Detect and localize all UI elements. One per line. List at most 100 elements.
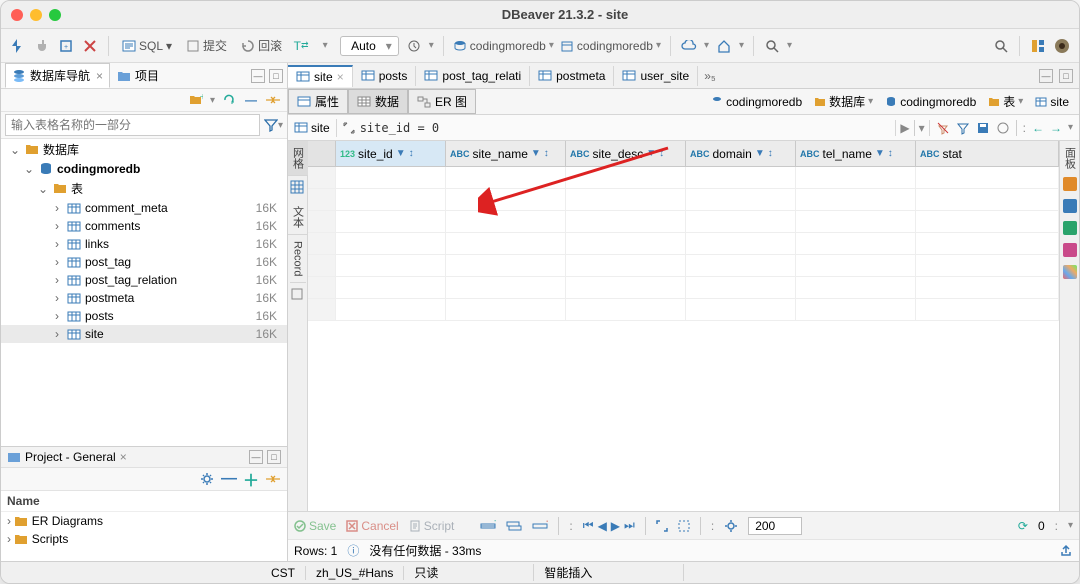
- disconnect-icon[interactable]: [81, 37, 99, 55]
- gear-icon[interactable]: [199, 471, 215, 487]
- data-grid[interactable]: 123site_id▼↕ ABCsite_name▼↕ ABCsite_desc…: [308, 141, 1059, 511]
- panel-grouping-icon[interactable]: [1063, 221, 1077, 235]
- clear-filter-icon[interactable]: [936, 121, 950, 135]
- tree-twisty[interactable]: ⌄: [9, 143, 21, 157]
- row-number-header[interactable]: [308, 141, 336, 166]
- filter-table-tab[interactable]: site: [288, 119, 337, 137]
- grid-body[interactable]: [308, 167, 1059, 511]
- project-item[interactable]: › ER Diagrams: [1, 512, 287, 530]
- settings-icon[interactable]: [996, 121, 1010, 135]
- editor-tab-site[interactable]: site×: [288, 65, 353, 87]
- col-tel_name[interactable]: ABCtel_name▼↕: [796, 141, 916, 166]
- maximize-icon[interactable]: □: [269, 69, 283, 83]
- editor-tab[interactable]: user_site: [614, 66, 698, 86]
- next-green-icon[interactable]: →: [1050, 121, 1062, 135]
- last-page-icon[interactable]: ⏭: [624, 518, 635, 533]
- search-icon[interactable]: [992, 37, 1010, 55]
- presentation-record[interactable]: Record: [290, 235, 306, 283]
- maximize-icon[interactable]: □: [267, 450, 281, 464]
- cloud-icon[interactable]: [680, 37, 698, 55]
- db-node[interactable]: codingmoredb: [57, 162, 283, 176]
- refresh-icon[interactable]: ⟳: [1018, 519, 1028, 533]
- new-folder-icon[interactable]: ＋: [188, 92, 204, 108]
- col-stat[interactable]: ABCstat: [916, 141, 1059, 166]
- subtab-data[interactable]: 数据: [348, 89, 408, 114]
- chevron-down-icon[interactable]: ▾: [316, 37, 334, 55]
- new-sql-icon[interactable]: +: [57, 37, 75, 55]
- save-button[interactable]: Save: [294, 519, 336, 533]
- minimize-icon[interactable]: —: [1039, 69, 1053, 83]
- close-icon[interactable]: ×: [120, 450, 127, 464]
- apply-filter-icon[interactable]: ▶: [900, 121, 909, 135]
- export-icon[interactable]: [1059, 544, 1073, 558]
- crumb-table[interactable]: site: [1031, 94, 1073, 110]
- project-item[interactable]: › Scripts: [1, 530, 287, 548]
- minimize-icon[interactable]: —: [251, 69, 265, 83]
- tree-twisty[interactable]: ⌄: [23, 162, 35, 176]
- crumb-tables[interactable]: 表▾: [984, 92, 1027, 111]
- link-editor-icon[interactable]: [265, 92, 281, 108]
- funnel-icon[interactable]: [264, 118, 278, 132]
- col-domain[interactable]: ABCdomain▼↕: [686, 141, 796, 166]
- add-row-icon[interactable]: +: [480, 520, 496, 532]
- presentation-text[interactable]: 文本: [288, 200, 308, 235]
- presentation-grid[interactable]: 网格: [288, 141, 308, 176]
- tx-mode-icon[interactable]: T⇄: [292, 37, 310, 55]
- traffic-max-icon[interactable]: [49, 9, 61, 21]
- first-page-icon[interactable]: ⏮: [583, 518, 594, 533]
- panel-metadata-icon[interactable]: [1063, 243, 1077, 257]
- editor-tab[interactable]: post_tag_relati: [416, 66, 530, 86]
- panel-value-icon[interactable]: [1063, 177, 1077, 191]
- search-icon-toolbar[interactable]: [763, 37, 781, 55]
- minimize-icon[interactable]: —: [249, 450, 263, 464]
- crumb-dbgroup[interactable]: 数据库▾: [810, 92, 877, 111]
- prev-green-icon[interactable]: ←: [1032, 121, 1044, 135]
- refresh-icon[interactable]: [221, 92, 237, 108]
- cancel-button[interactable]: Cancel: [346, 519, 398, 533]
- duplicate-row-icon[interactable]: [506, 520, 522, 532]
- add-icon[interactable]: ＋: [243, 471, 259, 487]
- next-page-icon[interactable]: ▶: [611, 519, 620, 533]
- delete-row-icon[interactable]: −: [532, 520, 548, 532]
- tab-db-navigator[interactable]: 数据库导航 ×: [5, 63, 110, 88]
- commit-button[interactable]: 提交: [182, 35, 231, 56]
- expand-icon[interactable]: [343, 122, 355, 134]
- connection-selector[interactable]: codingmoredb▾: [453, 39, 554, 53]
- col-site_id[interactable]: 123site_id▼↕: [336, 141, 446, 166]
- nav-filter-input[interactable]: [5, 114, 260, 136]
- script-button[interactable]: Script: [409, 519, 455, 533]
- editor-tab[interactable]: posts: [353, 66, 417, 86]
- collapse-icon[interactable]: —: [243, 92, 259, 108]
- col-site_name[interactable]: ABCsite_name▼↕: [446, 141, 566, 166]
- perspective-icon[interactable]: [1029, 37, 1047, 55]
- tab-projects[interactable]: 项目: [110, 63, 166, 88]
- filter-expression[interactable]: site_id = 0: [337, 121, 896, 135]
- plug-icon[interactable]: [33, 37, 51, 55]
- home-icon[interactable]: [715, 37, 733, 55]
- fetch-size-input[interactable]: 200: [748, 517, 802, 535]
- crumb-db[interactable]: codingmoredb: [881, 94, 980, 110]
- panel-calc-icon[interactable]: [1063, 199, 1077, 213]
- history-icon[interactable]: [405, 37, 423, 55]
- panel-references-icon[interactable]: [1063, 265, 1077, 279]
- more-tabs-icon[interactable]: »₅: [704, 69, 716, 83]
- link-editor-icon[interactable]: [265, 471, 281, 487]
- collapse-icon[interactable]: —: [221, 471, 237, 487]
- funnel-icon[interactable]: ▼: [396, 148, 406, 159]
- tree-twisty[interactable]: ›: [51, 201, 63, 215]
- app-icon[interactable]: [1053, 37, 1071, 55]
- db-tree[interactable]: ⌄数据库 ⌄codingmoredb ⌄表 ›comment_meta16K ›…: [1, 139, 287, 446]
- tx-isolation-combo[interactable]: Auto: [340, 36, 399, 56]
- database-selector[interactable]: codingmoredb▾: [560, 39, 661, 53]
- maximize-grid-icon[interactable]: [656, 520, 668, 532]
- crumb-connection[interactable]: codingmoredb: [707, 94, 806, 110]
- zoom-grid-icon[interactable]: [678, 520, 690, 532]
- close-icon[interactable]: ×: [337, 70, 344, 84]
- rollback-button[interactable]: 回滚: [237, 35, 286, 56]
- traffic-min-icon[interactable]: [30, 9, 42, 21]
- close-icon[interactable]: ×: [96, 69, 103, 83]
- sql-editor-button[interactable]: SQL ▾: [118, 37, 176, 55]
- panels-label[interactable]: 面板: [1062, 147, 1078, 169]
- maximize-icon[interactable]: □: [1059, 69, 1073, 83]
- new-connection-icon[interactable]: [9, 37, 27, 55]
